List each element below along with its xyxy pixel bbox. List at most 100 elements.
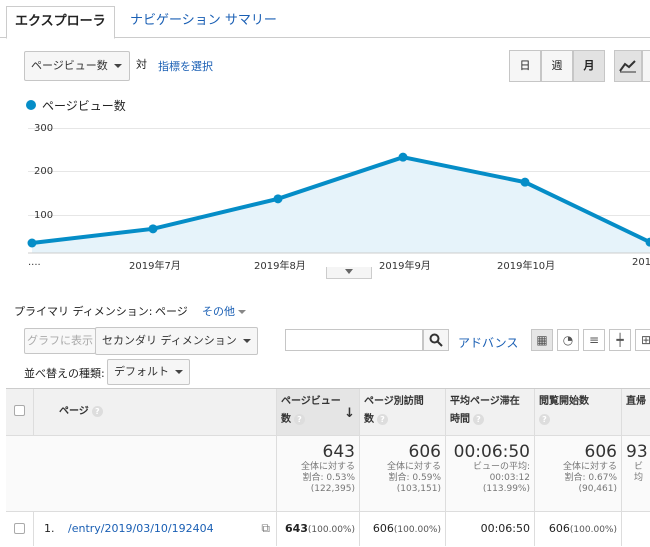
page-column-header[interactable]: ページ? xyxy=(34,389,277,435)
table-search-input[interactable] xyxy=(285,329,423,351)
row-pageviews: 643(100.00%) xyxy=(277,511,360,546)
bounce-column-header[interactable]: 直帰 xyxy=(622,389,650,435)
row-page-link[interactable]: /entry/2019/03/10/192404 xyxy=(68,522,214,535)
data-point xyxy=(521,178,530,187)
bar-list-icon: ≡ xyxy=(589,333,599,347)
totals-unique-pct: 割合: 0.59% xyxy=(364,473,441,484)
chart-collapse-handle[interactable] xyxy=(326,267,372,279)
row-pageviews-pct: (100.00%) xyxy=(308,525,355,535)
data-table: ページ? ページビュー 数? ↓ ページ別訪問 数? 平均ページ滞在 時間? 閲… xyxy=(6,388,650,545)
help-icon: ? xyxy=(473,414,484,425)
totals-bounce: 93 ビ 均 xyxy=(622,435,650,511)
row-index: 1. xyxy=(44,522,55,535)
help-icon: ? xyxy=(539,414,550,425)
chevron-down-icon xyxy=(345,269,353,274)
data-point xyxy=(149,224,158,233)
row-bounce xyxy=(622,511,650,546)
pageviews-chart xyxy=(0,0,650,270)
sort-type-label: 並べ替えの種類: xyxy=(24,365,105,381)
entrances-header-label: 閲覧開始数 xyxy=(539,393,617,411)
entrances-column-header[interactable]: 閲覧開始数 ? xyxy=(535,389,622,435)
pie-view-button[interactable]: ◔ xyxy=(557,329,579,351)
row-unique-pct: (100.00%) xyxy=(394,525,441,535)
pivot-view-button[interactable]: ⊞ xyxy=(635,329,650,351)
avg-time-column-header[interactable]: 平均ページ滞在 時間? xyxy=(446,389,535,435)
other-dimension-label: その他 xyxy=(202,305,235,318)
row-pageviews-value: 643 xyxy=(285,522,308,535)
totals-avg-time-site: 00:03:12 xyxy=(450,473,530,484)
help-icon: ? xyxy=(294,414,305,425)
sort-type-dropdown[interactable]: デフォルト xyxy=(107,359,190,385)
x-tick-label: .... xyxy=(28,257,41,268)
data-point xyxy=(399,153,408,162)
totals-unique-note: 全体に対する xyxy=(364,462,441,473)
unique-header-line1: ページ別訪問 xyxy=(364,393,441,411)
other-dimension-link[interactable]: その他 xyxy=(202,303,246,319)
open-page-icon[interactable]: ⧉ xyxy=(261,512,270,545)
row-entrances-value: 606 xyxy=(549,522,570,535)
totals-bounce-value: 93 xyxy=(626,442,646,462)
data-point xyxy=(274,194,283,203)
x-tick-label: 2019年8月 xyxy=(254,257,306,272)
totals-unique-total: (103,151) xyxy=(364,484,441,495)
bounce-header-label: 直帰 xyxy=(626,393,646,411)
totals-pageviews-total: (122,395) xyxy=(281,484,355,495)
secondary-dimension-dropdown[interactable]: セカンダリ ディメンション xyxy=(95,327,258,355)
row-checkbox[interactable] xyxy=(14,523,25,534)
totals-bounce-avg: 均 xyxy=(626,473,646,484)
totals-entrances-note: 全体に対する xyxy=(539,462,617,473)
totals-unique-value: 606 xyxy=(364,442,441,462)
chevron-down-icon xyxy=(238,310,246,314)
row-avg-time: 00:06:50 xyxy=(446,511,535,546)
pie-chart-icon: ◔ xyxy=(563,333,573,347)
performance-view-button[interactable]: ≡ xyxy=(583,329,605,351)
unique-pageviews-column-header[interactable]: ページ別訪問 数? xyxy=(360,389,446,435)
row-entrances: 606(100.00%) xyxy=(535,511,622,546)
sort-type-value: デフォルト xyxy=(114,365,169,378)
comparison-view-button[interactable]: ┿ xyxy=(609,329,631,351)
totals-entrances-value: 606 xyxy=(539,442,617,462)
totals-avg-time-value: 00:06:50 xyxy=(450,442,530,462)
table-row: 1. /entry/2019/03/10/192404 ⧉ xyxy=(34,511,277,546)
search-button[interactable] xyxy=(423,329,449,351)
plot-rows-button[interactable]: グラフに表示 xyxy=(24,328,96,354)
x-tick-label: 2019年9月 xyxy=(379,257,431,272)
avg-time-header-line1: 平均ページ滞在 xyxy=(450,393,530,411)
page-header-label: ページ xyxy=(59,406,89,417)
sort-desc-arrow-icon: ↓ xyxy=(344,405,355,423)
row-entrances-pct: (100.00%) xyxy=(570,525,617,535)
secondary-dimension-label: セカンダリ ディメンション xyxy=(102,334,237,347)
primary-dimension-value[interactable]: ページ xyxy=(155,303,188,319)
select-all-checkbox[interactable] xyxy=(14,405,25,416)
totals-pageviews-value: 643 xyxy=(281,442,355,462)
unique-header-line2: 数 xyxy=(364,414,374,425)
select-all-header xyxy=(6,389,34,435)
pageviews-header-line2: 数 xyxy=(281,414,291,425)
table-view-button[interactable]: ▦ xyxy=(531,329,553,351)
help-icon: ? xyxy=(377,414,388,425)
totals-label-cell xyxy=(6,435,277,511)
chevron-down-icon xyxy=(175,370,183,374)
totals-pageviews: 643 全体に対する 割合: 0.53% (122,395) xyxy=(277,435,360,511)
totals-avg-time-note: ビューの平均: xyxy=(450,462,530,473)
totals-entrances-total: (90,461) xyxy=(539,484,617,495)
pivot-icon: ⊞ xyxy=(641,333,650,347)
chevron-down-icon xyxy=(243,339,251,343)
row-select-cell xyxy=(6,511,34,546)
x-tick-label: 201 xyxy=(632,257,650,268)
totals-unique: 606 全体に対する 割合: 0.59% (103,151) xyxy=(360,435,446,511)
totals-entrances: 606 全体に対する 割合: 0.67% (90,461) xyxy=(535,435,622,511)
primary-dimension-label: プライマリ ディメンション: xyxy=(14,303,152,319)
help-icon: ? xyxy=(92,406,103,417)
row-unique-value: 606 xyxy=(373,522,394,535)
advanced-filter-link[interactable]: アドバンス xyxy=(458,334,518,351)
avg-time-header-line2: 時間 xyxy=(450,414,470,425)
pageviews-column-header[interactable]: ページビュー 数? ↓ xyxy=(277,389,360,435)
x-tick-label: 2019年7月 xyxy=(129,257,181,272)
comparison-icon: ┿ xyxy=(616,333,623,347)
totals-pageviews-note: 全体に対する xyxy=(281,462,355,473)
totals-entrances-pct: 割合: 0.67% xyxy=(539,473,617,484)
grid-icon: ▦ xyxy=(536,333,547,347)
totals-avg-time: 00:06:50 ビューの平均: 00:03:12 (113.99%) xyxy=(446,435,535,511)
search-icon xyxy=(429,333,443,347)
